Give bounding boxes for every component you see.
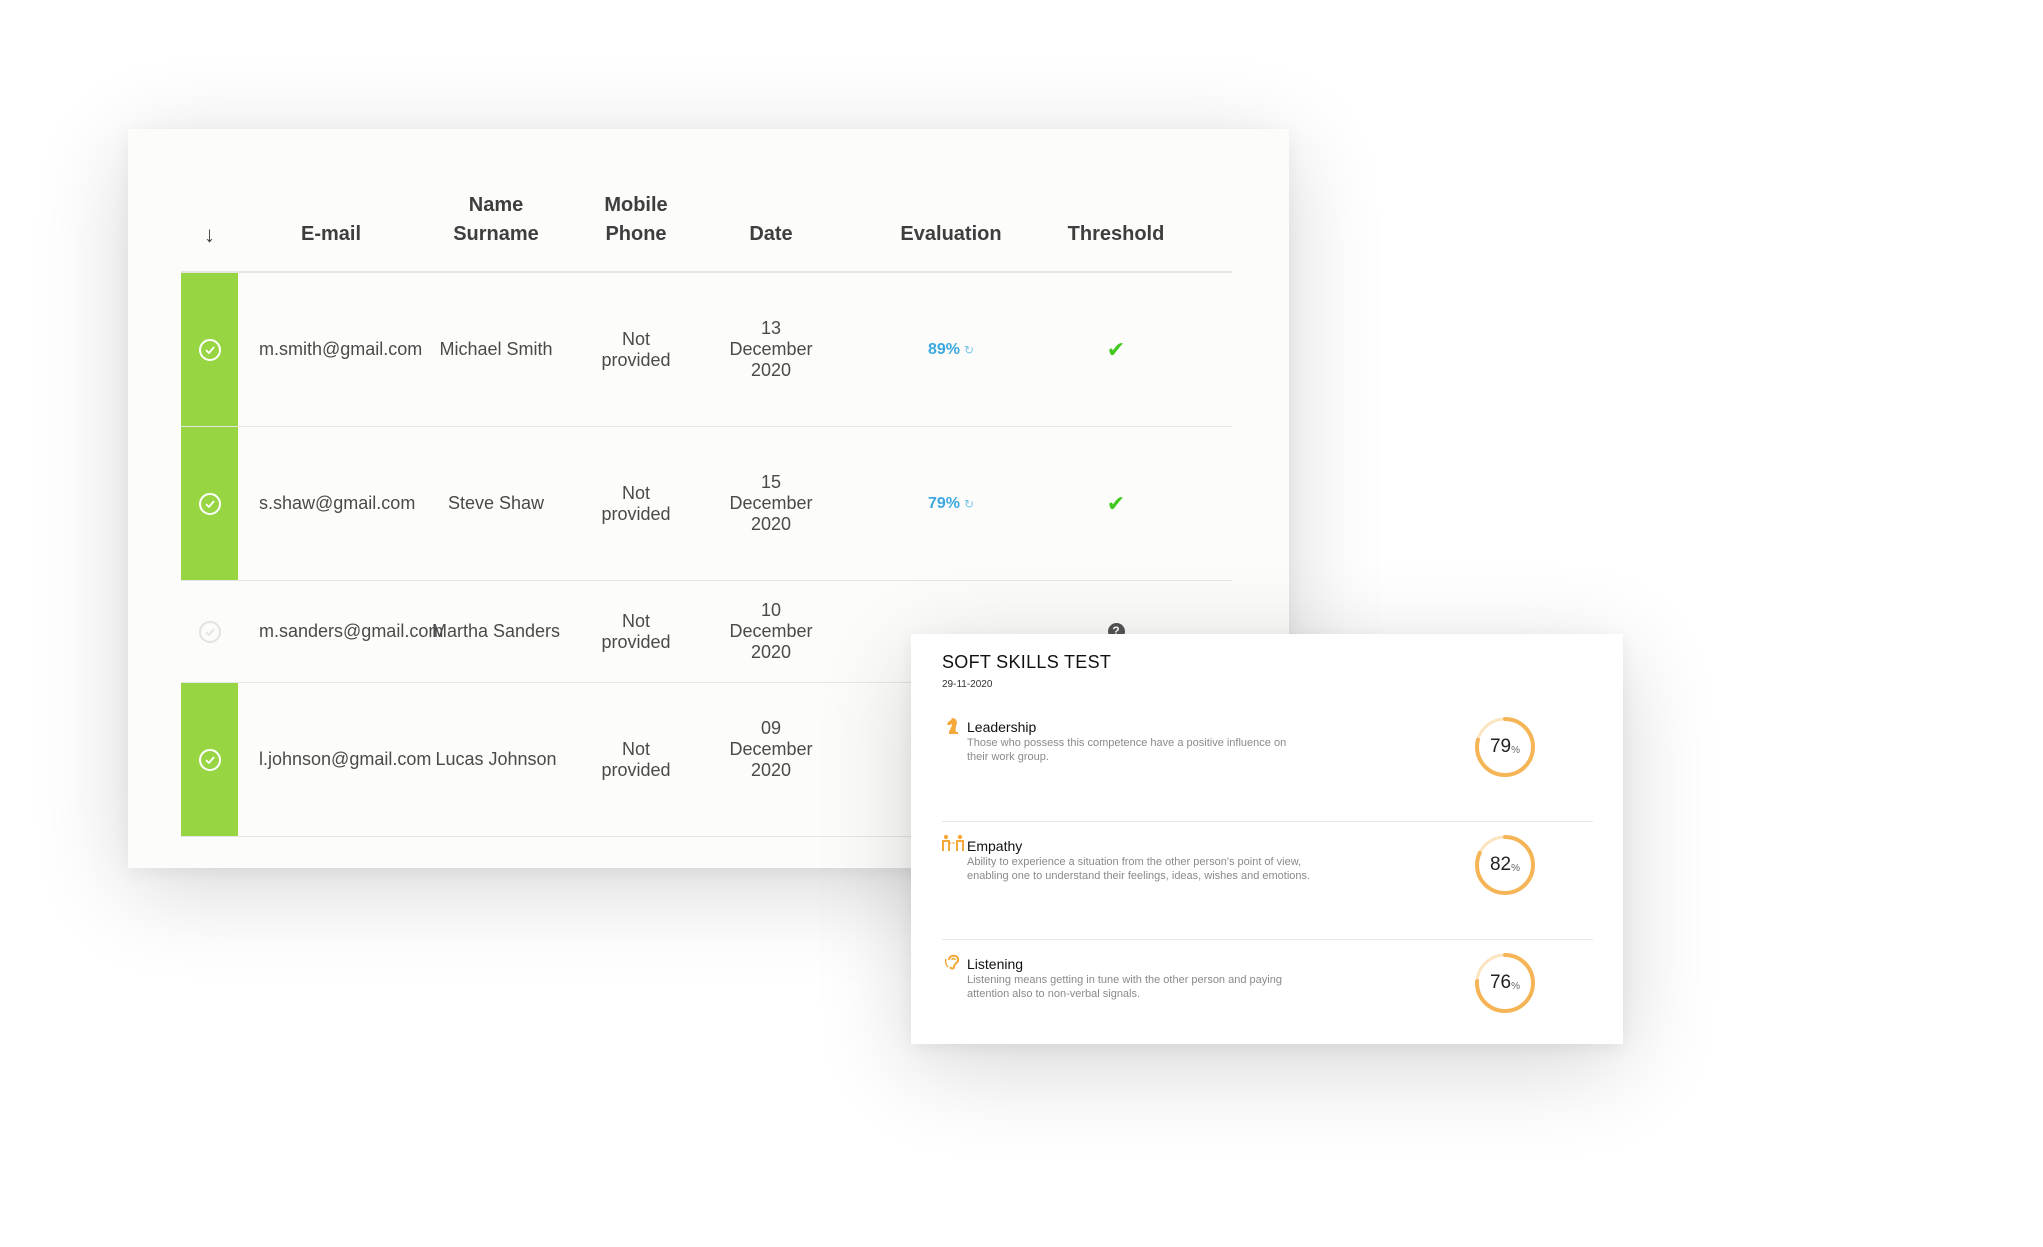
- percent-sign: %: [1511, 862, 1521, 874]
- table-row[interactable]: m.smith@gmail.com Michael Smith Not provi…: [181, 273, 1232, 427]
- percent-sign: %: [1511, 744, 1521, 756]
- skill-name: Listening: [967, 956, 1024, 972]
- row-status-cell[interactable]: [181, 581, 238, 682]
- email-cell: l.johnson@gmail.com: [259, 749, 432, 769]
- skill-item-empathy: Empathy Ability to experience a situatio…: [942, 822, 1593, 940]
- email-cell: s.shaw@gmail.com: [259, 493, 416, 513]
- evaluation-link[interactable]: 89%: [928, 341, 960, 358]
- checkmark-icon: ✔: [1106, 337, 1126, 362]
- column-header-date[interactable]: Date: [701, 161, 841, 271]
- email-cell: m.smith@gmail.com: [259, 339, 423, 359]
- checkmark-icon: ✔: [1106, 491, 1126, 516]
- name-cell: Michael Smith: [439, 339, 553, 359]
- check-circle-icon[interactable]: [198, 748, 221, 771]
- table-row[interactable]: s.shaw@gmail.com Steve Shaw Not provided …: [181, 427, 1232, 581]
- row-status-cell[interactable]: [181, 427, 238, 580]
- row-status-cell[interactable]: [181, 683, 238, 836]
- phone-cell: Not provided: [601, 610, 671, 652]
- score-value: 76: [1489, 972, 1512, 993]
- score-gauge: 82%: [1473, 833, 1537, 897]
- check-circle-icon[interactable]: [198, 492, 221, 515]
- skill-description: Those who possess this competence have a…: [967, 737, 1287, 763]
- score-value: 79: [1489, 736, 1512, 757]
- date-cell: 13 December 2020: [729, 318, 813, 380]
- sort-arrow-icon[interactable]: ↓: [181, 161, 238, 271]
- score-gauge: 79%: [1473, 715, 1537, 779]
- refresh-icon[interactable]: ↻: [964, 497, 974, 511]
- soft-skills-card: SOFT SKILLS TEST 29-11-2020 Leadership T…: [911, 634, 1623, 1044]
- skill-description: Ability to experience a situation from t…: [967, 856, 1311, 882]
- check-circle-icon[interactable]: [198, 620, 221, 643]
- skill-description: Listening means getting in tune with the…: [967, 974, 1282, 1000]
- percent-sign: %: [1511, 980, 1521, 992]
- check-circle-icon[interactable]: [198, 338, 221, 361]
- column-header-email[interactable]: E-mail: [251, 161, 411, 271]
- column-header-mobile[interactable]: Mobile Phone: [576, 161, 696, 271]
- score-gauge: 76%: [1473, 951, 1537, 1015]
- name-cell: Martha Sanders: [431, 621, 561, 641]
- skill-name: Empathy: [967, 838, 1023, 854]
- skill-name: Leadership: [967, 719, 1037, 735]
- threshold-cell: ✔: [1046, 273, 1186, 426]
- column-header-evaluation[interactable]: Evaluation: [881, 161, 1021, 271]
- score-value: 82: [1489, 854, 1512, 875]
- ear-icon: [942, 950, 964, 972]
- skill-item-leadership: Leadership Those who possess this compet…: [942, 704, 1593, 822]
- column-header-name[interactable]: Name Surname: [421, 161, 571, 271]
- phone-cell: Not provided: [601, 328, 671, 370]
- date-cell: 09 December 2020: [729, 718, 813, 780]
- name-cell: Lucas Johnson: [435, 749, 557, 769]
- skill-item-listening: Listening Listening means getting in tun…: [942, 940, 1593, 1057]
- evaluation-cell[interactable]: 79% ↻: [881, 427, 1021, 580]
- evaluation-cell[interactable]: 89% ↻: [881, 273, 1021, 426]
- threshold-cell: ✔: [1046, 427, 1186, 580]
- column-header-threshold[interactable]: Threshold: [1046, 161, 1186, 271]
- evaluation-link[interactable]: 79%: [928, 495, 960, 512]
- phone-cell: Not provided: [601, 482, 671, 524]
- email-cell: m.sanders@gmail.com: [259, 621, 444, 641]
- date-cell: 10 December 2020: [729, 600, 813, 662]
- name-cell: Steve Shaw: [447, 493, 545, 513]
- table-header: ↓ E-mail Name Surname Mobile Phone Date Ev…: [181, 161, 1232, 273]
- people-icon: [942, 832, 964, 854]
- skills-title: SOFT SKILLS TEST: [942, 652, 1112, 672]
- phone-cell: Not provided: [601, 738, 671, 780]
- refresh-icon[interactable]: ↻: [964, 343, 974, 357]
- chess-knight-icon: [942, 715, 964, 737]
- skills-date: 29-11-2020: [942, 679, 993, 690]
- row-status-cell[interactable]: [181, 273, 238, 426]
- date-cell: 15 December 2020: [729, 472, 813, 534]
